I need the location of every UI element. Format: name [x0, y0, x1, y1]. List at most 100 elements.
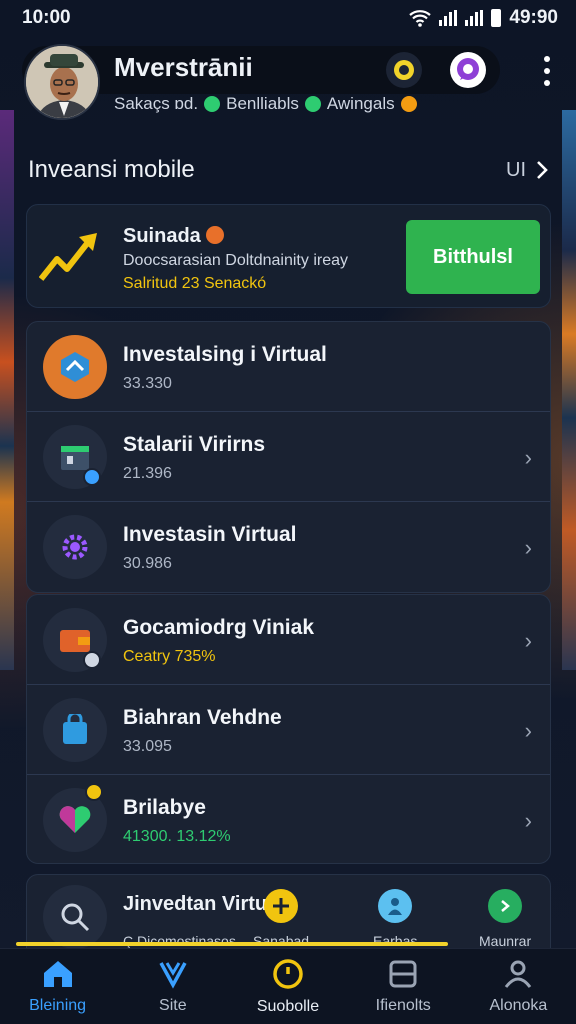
- nav-label: Suobolle: [256, 997, 320, 1015]
- list-item[interactable]: Gocamiodrg Viniak Ceatry 735% ›: [27, 595, 550, 685]
- status-clock: 49:90: [509, 7, 558, 28]
- item-title: Investasin Virtual: [123, 523, 297, 546]
- quick-action[interactable]: Earbas: [373, 889, 417, 949]
- trend-up-icon: [39, 233, 97, 281]
- inbox-icon: [389, 960, 417, 987]
- user-name: Mverstrānii: [114, 52, 253, 82]
- shop-icon: [61, 446, 89, 470]
- profile-header: Mverstrānii Sakaçs ɒd. Benlliabls Awinga…: [22, 42, 554, 124]
- status-icons: 49:90: [409, 7, 558, 29]
- quick-action-label: Sanabad: [253, 933, 310, 949]
- nav-item-reports[interactable]: Ifienolts: [346, 949, 461, 1024]
- chevron-right-icon: ›: [524, 628, 532, 653]
- check-icon: [204, 96, 221, 112]
- signal-icon-2: [465, 10, 484, 26]
- chevron-right-icon: ›: [524, 535, 532, 560]
- quick-action-label: Earbas: [373, 933, 418, 949]
- item-icon: [43, 335, 107, 399]
- grid-icon: [264, 889, 299, 923]
- item-icon: [43, 515, 107, 579]
- promo-title: Suinada: [123, 225, 225, 248]
- item-icon: [43, 885, 107, 949]
- item-title: Gocamiodrg Viniak: [123, 616, 314, 639]
- quick-action-label: Maunrar: [479, 933, 532, 949]
- item-value: 33.330: [123, 375, 172, 392]
- search-icon: [61, 903, 90, 932]
- target-icon: [273, 958, 303, 989]
- list-item[interactable]: Stalarii Virirns 21.396 ›: [27, 412, 550, 502]
- promo-card: Suinada Doocsarasian Doltdnainity ireay …: [26, 204, 551, 308]
- wallet-icon: [60, 630, 90, 652]
- section-more-label: UI: [506, 158, 526, 181]
- wifi-icon: [409, 10, 432, 27]
- gear-icon: [62, 534, 88, 560]
- list-item[interactable]: Investasin Virtual 30.986 ›: [27, 502, 550, 592]
- item-value: Ceatry 735%: [123, 648, 216, 665]
- item-title: Biahran Vehdne: [123, 706, 282, 729]
- item-value: 41300. 13.12%: [123, 828, 231, 845]
- chevron-right-icon: ›: [524, 718, 532, 743]
- coin-badge-icon: [85, 783, 103, 801]
- chat-button[interactable]: [450, 52, 486, 88]
- item-title: Stalarii Virirns: [123, 433, 266, 456]
- nav-label: Site: [159, 996, 187, 1014]
- quick-action[interactable]: Sanabad: [253, 889, 309, 949]
- left-decoration: [0, 110, 14, 670]
- list-item[interactable]: Brilabye 41300. 13.12% ›: [27, 775, 550, 863]
- sync-badge-icon: [83, 651, 101, 669]
- list-item[interactable]: Biahran Vehdne 33.095 ›: [27, 685, 550, 775]
- promo-action-button[interactable]: Bitthulsl: [406, 220, 540, 294]
- coin-icon: [400, 96, 417, 112]
- quick-action[interactable]: Maunrar: [479, 889, 531, 949]
- section-more-link[interactable]: UI: [506, 159, 548, 182]
- sync-badge-icon: [83, 468, 101, 486]
- promo-description: Doocsarasian Doltdnainity ireay: [123, 252, 348, 269]
- subtitle-part-2: Benlliabls: [226, 94, 299, 113]
- bag-icon: [63, 714, 87, 744]
- item-title: Investalsing i Virtual: [123, 343, 327, 366]
- item-title: Brilabye: [123, 796, 206, 819]
- status-bar: 10:00 49:90: [0, 0, 576, 36]
- promo-title-text: Suinada: [123, 225, 201, 247]
- nav-item-home[interactable]: Bleining: [0, 949, 115, 1024]
- promo-note: Salritud 23 Senackó: [123, 275, 267, 292]
- battery-icon: [491, 9, 502, 27]
- investment-list-1: Investalsing i Virtual 33.330 Stalarii V…: [26, 321, 551, 593]
- nav-item-site[interactable]: Site: [115, 949, 230, 1024]
- shield-icon: [159, 961, 187, 989]
- right-decoration: [562, 110, 576, 670]
- fire-icon: [206, 226, 225, 244]
- user-icon: [505, 960, 532, 988]
- check-icon-2: [304, 96, 321, 112]
- arrow-right-icon: [488, 889, 523, 923]
- ring-icon: [394, 60, 414, 80]
- chat-icon: [457, 58, 479, 80]
- nav-label: Bleining: [29, 996, 87, 1014]
- item-value: 21.396: [123, 465, 172, 482]
- progress-indicator: [16, 942, 448, 946]
- user-subtitle: Sakaçs ɒd. Benlliabls Awingals: [114, 94, 417, 114]
- avatar[interactable]: [24, 44, 100, 120]
- list-item[interactable]: Investalsing i Virtual 33.330: [27, 322, 550, 412]
- person-icon: [378, 889, 413, 923]
- status-time: 10:00: [22, 7, 71, 28]
- partial-note: Ç Dicomostinasos: [123, 933, 236, 949]
- notification-button[interactable]: [386, 52, 422, 88]
- heart-icon: [59, 806, 91, 833]
- chevron-right-icon: ›: [524, 445, 532, 470]
- chevron-right-icon: ›: [524, 808, 532, 833]
- item-value: 30.986: [123, 555, 172, 572]
- nav-item-profile[interactable]: Alonoka: [461, 949, 576, 1024]
- avatar-image: [26, 46, 98, 118]
- signal-icon: [439, 10, 458, 26]
- nav-label: Alonoka: [489, 996, 548, 1014]
- more-menu-icon[interactable]: [540, 56, 554, 86]
- item-icon: [43, 698, 107, 762]
- home-icon: [43, 960, 72, 987]
- nav-item-center[interactable]: Suobolle: [230, 949, 345, 1024]
- item-value: 33.095: [123, 738, 172, 755]
- subtitle-part-1: Sakaçs ɒd.: [114, 94, 199, 113]
- chevron-right-icon: [537, 161, 548, 179]
- cube-icon: [61, 352, 89, 382]
- section-header: Inveansi mobile UI: [28, 156, 548, 184]
